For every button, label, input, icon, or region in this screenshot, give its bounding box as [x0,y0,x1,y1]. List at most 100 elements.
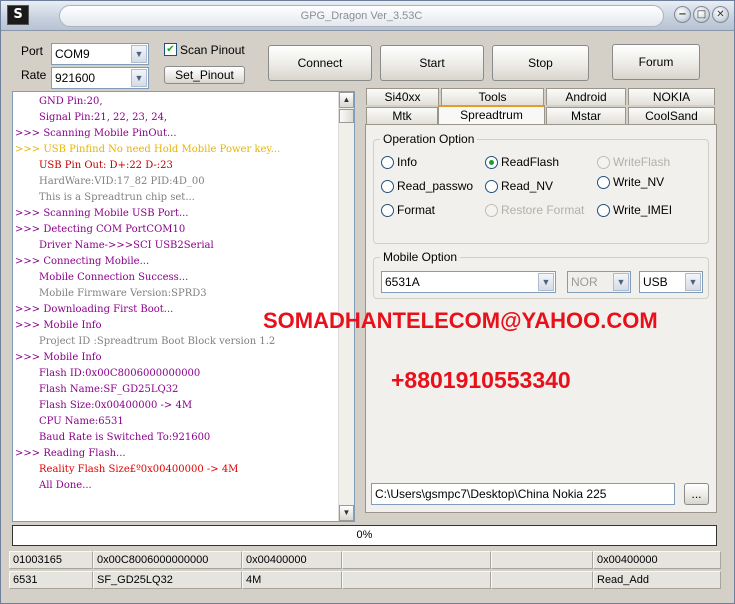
status-cell [491,551,593,569]
write-imei-label: Write_IMEI [613,203,673,217]
file-path-field[interactable]: C:\Users\gsmpc7\Desktop\China Nokia 225 [371,483,675,505]
stop-button[interactable]: Stop [492,45,589,81]
scroll-up-icon[interactable]: ▲ [339,92,354,108]
log-line: USB Pin Out: D+:22 D-:23 [39,160,173,171]
log-line: CPU Name:6531 [39,416,124,427]
read-nv-radio[interactable] [485,180,498,193]
operation-option-title: Operation Option [380,132,478,146]
tab-coolsand[interactable]: CoolSand [628,107,715,124]
operation-option-group: Operation Option Info ReadFlash WriteFlash… [373,132,709,244]
chevron-down-icon[interactable]: ▼ [538,273,554,291]
log-line: All Done... [39,480,92,491]
info-radio[interactable] [381,156,394,169]
log-line: Driver Name->>>SCI USB2Serial [39,240,214,251]
phone-watermark: +8801910553340 [391,367,571,393]
flash-type-value: NOR [571,275,598,289]
port-value: COM9 [55,47,90,61]
tab-mtk[interactable]: Mtk [366,107,438,124]
status-cell: 0x00400000 [242,551,342,569]
log-line: >>> Detecting COM PortCOM10 [15,224,186,235]
interface-select[interactable]: USB ▼ [639,271,703,293]
status-cell: 0x00C8006000000000 [93,551,242,569]
log-line: Mobile Connection Success... [39,272,189,283]
read-nv-label: Read_NV [501,179,554,193]
log-line: This is a Spreadtrun chip set... [39,192,195,203]
scan-pinout-checkbox[interactable]: ✔ [164,43,177,56]
chevron-down-icon[interactable]: ▼ [685,273,701,291]
chevron-down-icon[interactable]: ▼ [131,45,147,63]
tab-si40xx[interactable]: Si40xx [366,88,439,105]
writeflash-label: WriteFlash [613,155,671,169]
log-line: Project ID :Spreadtrum Boot Block versio… [39,336,276,347]
log-scrollbar[interactable]: ▲ ▼ [338,92,354,521]
mobile-option-title: Mobile Option [380,250,461,264]
readflash-label: ReadFlash [501,155,560,169]
restore-format-label: Restore Format [501,203,585,217]
log-line: Signal Pin:21, 22, 23, 24, [39,112,168,123]
tab-mstar[interactable]: Mstar [546,107,626,124]
format-radio[interactable] [381,204,394,217]
status-cell: Read_Add [593,571,721,589]
status-cell: 0x00400000 [593,551,721,569]
browse-button[interactable]: ... [684,483,709,505]
write-nv-label: Write_NV [613,175,665,189]
readflash-radio[interactable] [485,156,498,169]
tab-tools[interactable]: Tools [441,88,544,105]
log-line: >>> Reading Flash... [15,448,126,459]
restore-format-radio [485,204,498,217]
scroll-thumb[interactable] [339,109,354,123]
log-line: Mobile Firmware Version:SPRD3 [39,288,207,299]
app-logo-icon[interactable]: S [7,5,29,25]
format-label: Format [397,203,436,217]
minimize-icon[interactable]: − [674,6,691,23]
write-imei-radio[interactable] [597,204,610,217]
rate-value: 921600 [55,71,96,85]
write-nv-radio[interactable] [597,176,610,189]
interface-value: USB [643,275,668,289]
status-cell: SF_GD25LQ32 [93,571,242,589]
rate-select[interactable]: 921600 ▼ [51,67,149,89]
close-icon[interactable]: ✕ [712,6,729,23]
log-line: >>> Mobile Info [15,320,102,331]
log-line: >>> Connecting Mobile... [15,256,150,267]
log-line: >>> Mobile Info [15,352,102,363]
chip-value: 6531A [385,275,420,289]
writeflash-radio [597,156,610,169]
log-line: Flash Name:SF_GD25LQ32 [39,384,179,395]
tab-android[interactable]: Android [546,88,626,105]
chip-select[interactable]: 6531A ▼ [381,271,556,293]
log-line: HardWare:VID:17_82 PID:4D_00 [39,176,205,187]
start-button[interactable]: Start [380,45,484,81]
log-line: >>> Scanning Mobile USB Port... [15,208,189,219]
status-cell [342,571,491,589]
email-watermark: SOMADHANTELECOM@YAHOO.COM [263,308,658,333]
read-passwo-radio[interactable] [381,180,394,193]
log-panel[interactable]: GND Pin:20, Signal Pin:21, 22, 23, 24, >>>… [12,91,355,522]
log-line: >>> Downloading First Boot... [15,304,174,315]
log-line: Reality Flash Size£º0x00400000 -> 4M [39,464,239,475]
status-row-2: 6531 SF_GD25LQ32 4M Read_Add [9,571,721,589]
maximize-icon[interactable]: □ [693,6,710,23]
window-title: GPG_Dragon Ver_3.53C [59,5,664,27]
status-cell: 6531 [9,571,93,589]
set-pinout-button[interactable]: Set_Pinout [164,66,245,84]
port-select[interactable]: COM9 ▼ [51,43,149,65]
forum-button[interactable]: Forum [612,44,700,80]
chevron-down-icon: ▼ [613,273,629,291]
chevron-down-icon[interactable]: ▼ [131,69,147,87]
connect-button[interactable]: Connect [268,45,372,81]
tab-nokia[interactable]: NOKIA [628,88,715,105]
status-cell: 4M [242,571,342,589]
mobile-option-group: Mobile Option 6531A ▼ NOR ▼ USB ▼ [373,250,709,299]
scroll-down-icon[interactable]: ▼ [339,505,354,521]
app-window: S GPG_Dragon Ver_3.53C − □ ✕ Port COM9 ▼… [0,0,735,604]
log-line: >>> Scanning Mobile PinOut... [15,128,177,139]
title-bar[interactable]: S GPG_Dragon Ver_3.53C − □ ✕ [1,1,734,31]
log-line: Flash ID:0x00C8006000000000 [39,368,201,379]
tab-spreadtrum[interactable]: Spreadtrum [438,105,545,125]
port-label: Port [21,44,44,58]
rate-label: Rate [21,68,47,82]
log-line: >>> USB Pinfind No need Hold Mobile Powe… [15,144,281,155]
log-line: Baud Rate is Switched To:921600 [39,432,211,443]
read-passwo-label: Read_passwo [397,179,474,193]
